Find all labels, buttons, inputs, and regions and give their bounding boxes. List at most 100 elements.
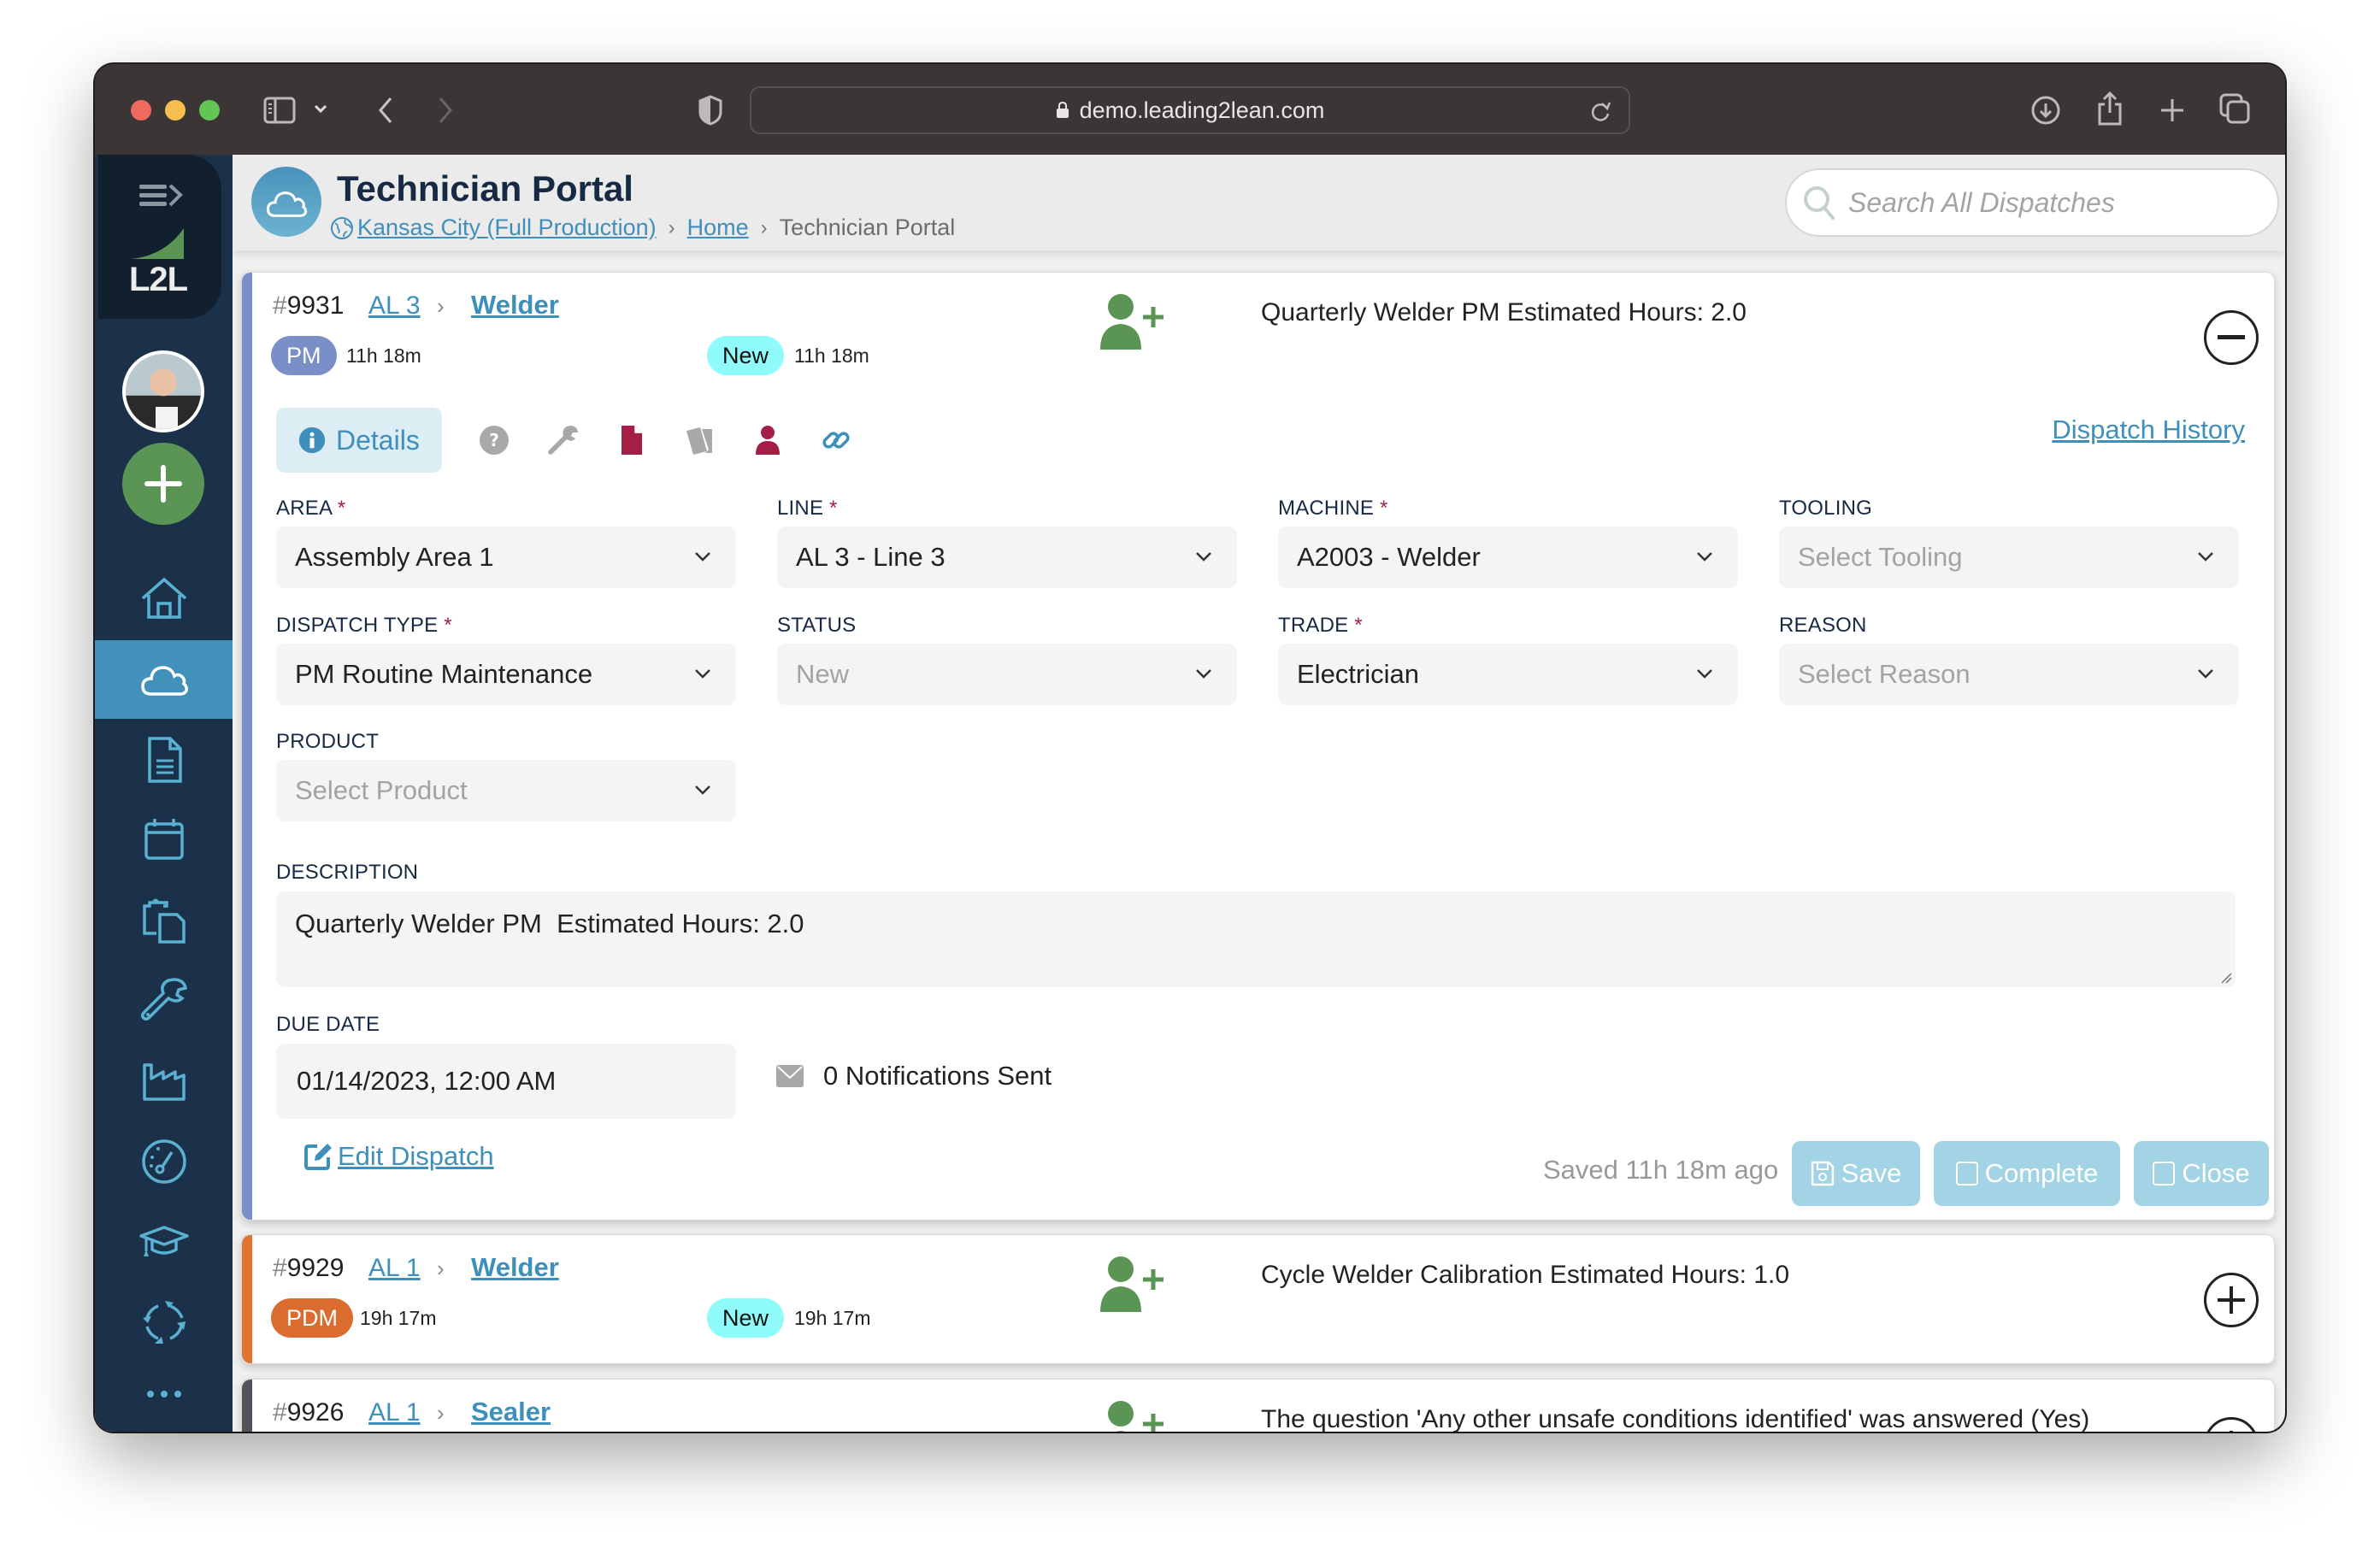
trade-select[interactable]: Electrician bbox=[1278, 644, 1738, 705]
breadcrumb-home-link[interactable]: Home bbox=[687, 215, 749, 241]
dispatch-id: #9929 bbox=[273, 1254, 345, 1282]
dispatch-line-link[interactable]: AL 3 bbox=[368, 291, 421, 321]
save-icon bbox=[1811, 1161, 1834, 1186]
assign-user-icon[interactable] bbox=[1097, 1254, 1169, 1314]
dispatch-history-link[interactable]: Dispatch History bbox=[2052, 415, 2245, 445]
dispatch-card[interactable]: #9929 AL 1 › Welder PDM 19h 17m New 19h … bbox=[241, 1234, 2275, 1364]
resize-handle-icon[interactable] bbox=[2220, 972, 2232, 984]
sidebar-item-documents[interactable] bbox=[95, 721, 233, 799]
avatar[interactable] bbox=[122, 350, 204, 432]
machine-label: MACHINE * bbox=[1278, 497, 1388, 520]
edit-dispatch-link[interactable]: Edit Dispatch bbox=[303, 1141, 494, 1172]
assign-user-icon[interactable] bbox=[1097, 1398, 1169, 1432]
download-icon[interactable] bbox=[2029, 93, 2063, 127]
expand-button[interactable] bbox=[2204, 1273, 2259, 1327]
page-header: Technician Portal Kansas City (Full Prod… bbox=[233, 155, 2285, 250]
sidebar-item-factory[interactable] bbox=[95, 1042, 233, 1121]
tab-documents[interactable] bbox=[615, 408, 647, 473]
trade-label: TRADE * bbox=[1278, 614, 1363, 637]
maximize-window-button[interactable] bbox=[199, 100, 220, 121]
reason-select[interactable]: Select Reason bbox=[1779, 644, 2239, 705]
factory-icon bbox=[142, 1063, 186, 1101]
chevron-down-icon bbox=[1697, 552, 1712, 562]
search-box[interactable] bbox=[1785, 168, 2279, 237]
dispatch-type-select[interactable]: PM Routine Maintenance bbox=[276, 644, 736, 705]
sidebar-item-calendar[interactable] bbox=[95, 801, 233, 880]
chevron-down-icon bbox=[1196, 669, 1211, 679]
status-age: 19h 17m bbox=[794, 1307, 871, 1329]
tab-notes[interactable] bbox=[683, 408, 716, 473]
sidebar-item-dashboard[interactable] bbox=[95, 1122, 233, 1201]
sidebar-item-home[interactable] bbox=[95, 560, 233, 638]
notifications-status: 0 Notifications Sent bbox=[775, 1061, 1052, 1091]
tabs-overview-icon[interactable] bbox=[2218, 91, 2252, 126]
app-area: L2L Technician Portal Kansas City (Full … bbox=[95, 155, 2285, 1432]
menu-expand-icon[interactable] bbox=[138, 182, 186, 209]
status-label: STATUS bbox=[777, 614, 857, 637]
dispatch-machine-link[interactable]: Sealer bbox=[471, 1397, 551, 1427]
chevron-down-icon bbox=[2198, 552, 2213, 562]
dispatch-line-link[interactable]: AL 1 bbox=[368, 1398, 421, 1427]
tooling-select[interactable]: Select Tooling bbox=[1779, 527, 2239, 588]
sidebar-item-more[interactable] bbox=[95, 1377, 233, 1411]
back-icon[interactable] bbox=[368, 93, 403, 127]
sidebar-toggle-icon[interactable] bbox=[262, 93, 297, 127]
type-badge: PM bbox=[271, 336, 337, 375]
tab-details[interactable]: Details bbox=[276, 408, 442, 473]
sidebar-item-cycle[interactable] bbox=[95, 1283, 233, 1362]
reload-icon[interactable] bbox=[1589, 100, 1611, 124]
machine-select[interactable]: A2003 - Welder bbox=[1278, 527, 1738, 588]
dispatch-id: #9926 bbox=[273, 1398, 345, 1427]
forward-icon[interactable] bbox=[428, 93, 462, 127]
share-icon[interactable] bbox=[2093, 88, 2127, 129]
add-button[interactable] bbox=[122, 443, 204, 525]
tab-assignees[interactable] bbox=[751, 408, 784, 473]
tab-parts[interactable] bbox=[546, 408, 579, 473]
status-select[interactable]: New bbox=[777, 644, 1237, 705]
breadcrumb-site-link[interactable]: Kansas City (Full Production) bbox=[357, 215, 657, 241]
line-label: LINE * bbox=[777, 497, 838, 520]
sidebar-item-training[interactable] bbox=[95, 1203, 233, 1281]
minimize-window-button[interactable] bbox=[165, 100, 186, 121]
dispatch-line-link[interactable]: AL 1 bbox=[368, 1254, 421, 1283]
cycle-icon bbox=[142, 1301, 186, 1344]
address-bar[interactable]: demo.leading2lean.com bbox=[750, 86, 1630, 134]
close-window-button[interactable] bbox=[131, 100, 151, 121]
chevron-down-icon[interactable] bbox=[310, 98, 331, 119]
dispatch-card[interactable]: #9926 AL 1 › Sealer The question 'Any ot… bbox=[241, 1379, 2275, 1432]
close-button[interactable]: Close bbox=[2134, 1141, 2269, 1206]
line-select[interactable]: AL 3 - Line 3 bbox=[777, 527, 1237, 588]
assign-user-icon[interactable] bbox=[1097, 291, 1169, 351]
collapse-button[interactable] bbox=[2204, 310, 2259, 365]
chevron-down-icon bbox=[695, 669, 710, 679]
tab-links[interactable] bbox=[820, 408, 852, 473]
sidebar-item-maintenance[interactable] bbox=[95, 962, 233, 1040]
dispatch-machine-link[interactable]: Welder bbox=[471, 290, 559, 321]
card-accent bbox=[242, 1235, 252, 1363]
checkbox-icon bbox=[1955, 1162, 1978, 1185]
due-date-input[interactable]: 01/14/2023, 12:00 AM bbox=[276, 1044, 736, 1119]
dispatch-list: #9931 AL 3 › Welder PM 11h 18m New 11h 1… bbox=[233, 250, 2285, 1432]
plus-icon bbox=[144, 465, 182, 503]
browser-window: demo.leading2lean.com L2L Technician Por… bbox=[95, 64, 2285, 1432]
document-icon bbox=[147, 737, 182, 783]
edit-icon bbox=[304, 1144, 332, 1170]
search-input[interactable] bbox=[1848, 186, 2259, 219]
product-select[interactable]: Select Product bbox=[276, 760, 736, 821]
sidebar-item-technician-portal[interactable] bbox=[95, 640, 233, 719]
description-textarea[interactable]: Quarterly Welder PM Estimated Hours: 2.0 bbox=[276, 891, 2236, 987]
detail-tabs: Details ? bbox=[276, 408, 888, 473]
sidebar-item-clipboard[interactable] bbox=[95, 881, 233, 960]
notifications-text: 0 Notifications Sent bbox=[823, 1061, 1052, 1091]
tab-questions[interactable]: ? bbox=[478, 408, 510, 473]
complete-button[interactable]: Complete bbox=[1934, 1141, 2120, 1206]
new-tab-icon[interactable] bbox=[2155, 93, 2189, 127]
area-select[interactable]: Assembly Area 1 bbox=[276, 527, 736, 588]
save-button[interactable]: Save bbox=[1792, 1141, 1920, 1206]
expand-button[interactable] bbox=[2204, 1417, 2259, 1432]
saved-status: Saved 11h 18m ago bbox=[1543, 1155, 1779, 1185]
wrench-icon bbox=[140, 978, 187, 1021]
breadcrumb-separator: › bbox=[668, 215, 675, 239]
dispatch-machine-link[interactable]: Welder bbox=[471, 1252, 559, 1283]
shield-icon[interactable] bbox=[693, 91, 728, 129]
